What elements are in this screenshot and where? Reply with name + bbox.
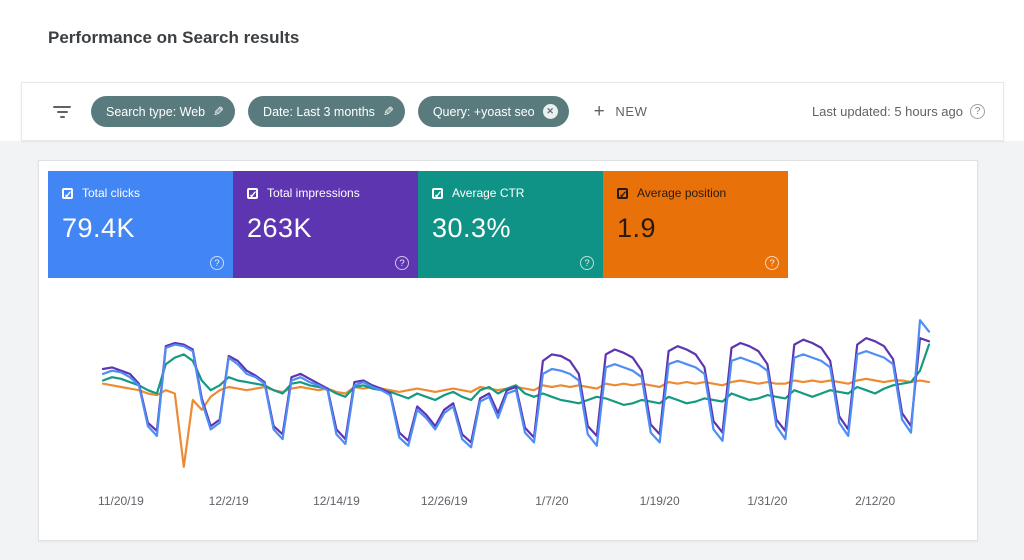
last-updated-text: Last updated: 5 hours ago [812,104,963,119]
edit-icon[interactable]: ✎ [383,104,394,120]
performance-chart-card: ✓ Total clicks 79.4K ? ✓ Total impressio… [38,160,978,541]
filter-chip-label: Search type: Web [106,105,205,119]
page-title: Performance on Search results [48,28,299,48]
help-icon[interactable]: ? [970,104,985,119]
last-updated: Last updated: 5 hours ago ? [812,104,985,119]
x-tick-label: 1/7/20 [535,494,568,508]
x-tick-label: 1/31/20 [747,494,787,508]
filter-bar: Search type: Web ✎ Date: Last 3 months ✎… [21,82,1004,141]
edit-icon[interactable]: ✎ [213,104,224,120]
metric-value: 79.4K [62,213,219,244]
metric-card-total-impressions[interactable]: ✓ Total impressions 263K ? [233,171,418,278]
checkbox-checked-icon[interactable]: ✓ [432,188,443,199]
plus-icon: + [594,101,606,123]
x-tick-label: 12/26/19 [421,494,468,508]
x-tick-label: 12/14/19 [313,494,360,508]
metric-card-average-ctr[interactable]: ✓ Average CTR 30.3% ? [418,171,603,278]
x-tick-label: 1/19/20 [640,494,680,508]
filter-chip-query[interactable]: Query: +yoast seo ✕ [418,96,569,127]
checkbox-checked-icon[interactable]: ✓ [617,188,628,199]
x-axis: 11/20/19 12/2/19 12/14/19 12/26/19 1/7/20 1/1… [101,494,931,514]
help-icon[interactable]: ? [580,256,594,270]
filter-chip-label: Query: +yoast seo [433,105,535,119]
new-filter-label: NEW [615,104,647,119]
x-tick-label: 11/20/19 [98,494,144,508]
close-icon[interactable]: ✕ [543,104,558,119]
filter-icon[interactable] [52,103,72,121]
metric-value: 1.9 [617,213,774,244]
metric-label: Average CTR [452,186,524,200]
filter-chip-date[interactable]: Date: Last 3 months ✎ [248,96,405,127]
filter-chip-search-type[interactable]: Search type: Web ✎ [91,96,235,127]
help-icon[interactable]: ? [765,256,779,270]
checkbox-checked-icon[interactable]: ✓ [247,188,258,199]
metric-label: Average position [637,186,726,200]
metric-value: 30.3% [432,213,589,244]
new-filter-button[interactable]: + NEW [594,101,648,123]
metric-cards-row: ✓ Total clicks 79.4K ? ✓ Total impressio… [48,171,788,278]
help-icon[interactable]: ? [210,256,224,270]
metric-label: Total clicks [82,186,140,200]
performance-line-chart[interactable] [101,306,931,481]
help-icon[interactable]: ? [395,256,409,270]
metric-value: 263K [247,213,404,244]
filter-chip-label: Date: Last 3 months [263,105,375,119]
x-tick-label: 2/12/20 [855,494,895,508]
checkbox-checked-icon[interactable]: ✓ [62,188,73,199]
metric-card-average-position[interactable]: ✓ Average position 1.9 ? [603,171,788,278]
metric-card-total-clicks[interactable]: ✓ Total clicks 79.4K ? [48,171,233,278]
x-tick-label: 12/2/19 [209,494,249,508]
metric-label: Total impressions [267,186,360,200]
